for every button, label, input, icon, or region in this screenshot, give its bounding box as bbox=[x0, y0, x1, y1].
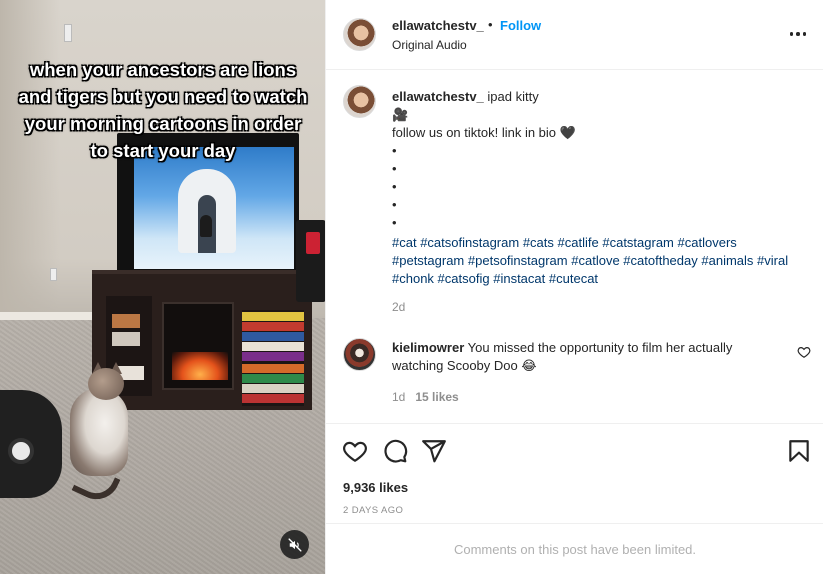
hashtag-link[interactable]: #chonk bbox=[392, 271, 434, 286]
camera-emoji: 🎥 bbox=[392, 107, 409, 122]
hashtags: #cat #catsofinstagram #cats #catlife #ca… bbox=[392, 234, 812, 288]
cat bbox=[70, 388, 128, 476]
wall-outlet bbox=[50, 268, 57, 281]
separator-dot: • bbox=[488, 17, 493, 32]
hashtag-link[interactable]: #instacat bbox=[493, 271, 545, 286]
light-switch bbox=[64, 24, 72, 42]
fire bbox=[172, 352, 228, 380]
header-username[interactable]: ellawatchestv_ bbox=[392, 18, 484, 33]
hashtag-link[interactable]: #catlovers bbox=[678, 235, 737, 250]
gaming-chair bbox=[0, 390, 62, 498]
comment-timestamp[interactable]: 1d bbox=[392, 390, 405, 404]
hashtag-link[interactable]: #catsofig bbox=[438, 271, 490, 286]
hashtag-link[interactable]: #catsofinstagram bbox=[420, 235, 519, 250]
hashtag-link[interactable]: #animals bbox=[701, 253, 753, 268]
heart-icon[interactable] bbox=[797, 345, 811, 359]
hashtag-link[interactable]: #cat bbox=[392, 235, 417, 250]
comment-avatar[interactable] bbox=[343, 338, 376, 371]
electric-fireplace bbox=[162, 302, 234, 390]
avatar[interactable] bbox=[343, 18, 376, 51]
caption-dot: • bbox=[392, 143, 397, 158]
caption-text: ellawatchestv_ ipad kitty 🎥 follow us on… bbox=[392, 88, 812, 288]
hashtag-link[interactable]: #viral bbox=[757, 253, 788, 268]
hashtag-link[interactable]: #petstagram bbox=[392, 253, 464, 268]
likes-count[interactable]: 9,936 likes bbox=[343, 480, 408, 495]
caption-line: follow us on tiktok! link in bio 🖤 bbox=[392, 125, 576, 140]
hashtag-link[interactable]: #petsofinstagram bbox=[468, 253, 568, 268]
caption-dot: • bbox=[392, 179, 397, 194]
cartoon-figure bbox=[200, 215, 212, 237]
hashtag-link[interactable]: #cats bbox=[523, 235, 554, 250]
heart-icon[interactable] bbox=[342, 438, 368, 464]
video-caption-overlay: when your ancestors are lions and tigers… bbox=[18, 59, 308, 161]
cat-head bbox=[88, 368, 124, 400]
caption-username[interactable]: ellawatchestv_ bbox=[392, 89, 484, 104]
tv-screen bbox=[134, 147, 294, 269]
share-icon[interactable] bbox=[421, 438, 447, 464]
caption-avatar[interactable] bbox=[343, 85, 376, 118]
speaker-muted-icon bbox=[287, 537, 302, 552]
caption-dot: • bbox=[392, 161, 397, 176]
post-header: ellawatchestv_ • Follow Original Audio bbox=[326, 0, 823, 70]
baseboard bbox=[0, 312, 105, 320]
hashtag-link[interactable]: #cutecat bbox=[549, 271, 598, 286]
comment-meta: 1d 15 likes bbox=[392, 390, 459, 404]
caption-timestamp[interactable]: 2d bbox=[392, 300, 405, 314]
comment-icon[interactable] bbox=[382, 438, 408, 464]
posted-ago[interactable]: 2 DAYS AGO bbox=[343, 505, 403, 516]
post-video[interactable]: when your ancestors are lions and tigers… bbox=[0, 0, 325, 574]
igloo bbox=[178, 169, 236, 253]
hashtag-link[interactable]: #catlife bbox=[558, 235, 599, 250]
comment-username[interactable]: kielimowrer bbox=[392, 340, 464, 355]
post-actions: 9,936 likes 2 DAYS AGO bbox=[326, 423, 823, 523]
post-side-panel: ellawatchestv_ • Follow Original Audio e… bbox=[325, 0, 823, 574]
follow-button[interactable]: Follow bbox=[500, 18, 541, 33]
audio-label[interactable]: Original Audio bbox=[392, 38, 467, 52]
caption-title: ipad kitty bbox=[487, 89, 539, 104]
more-options-button[interactable] bbox=[788, 24, 808, 44]
bookmark-icon[interactable] bbox=[786, 438, 812, 464]
comments-limited-notice: Comments on this post have been limited. bbox=[326, 523, 823, 574]
caption-dot: • bbox=[392, 197, 397, 212]
more-options-icon bbox=[789, 32, 807, 36]
hashtag-link[interactable]: #catstagram bbox=[602, 235, 674, 250]
comment-text: kielimowrer You missed the opportunity t… bbox=[392, 339, 782, 375]
caption-dot: • bbox=[392, 215, 397, 230]
media-cabinet bbox=[92, 270, 312, 410]
hashtag-link[interactable]: #catlove bbox=[571, 253, 619, 268]
comment-likes[interactable]: 15 likes bbox=[415, 390, 458, 404]
speaker bbox=[296, 220, 325, 302]
hashtag-link[interactable]: #catoftheday bbox=[623, 253, 697, 268]
mute-button[interactable] bbox=[280, 530, 309, 559]
board-game-shelf bbox=[242, 310, 304, 406]
